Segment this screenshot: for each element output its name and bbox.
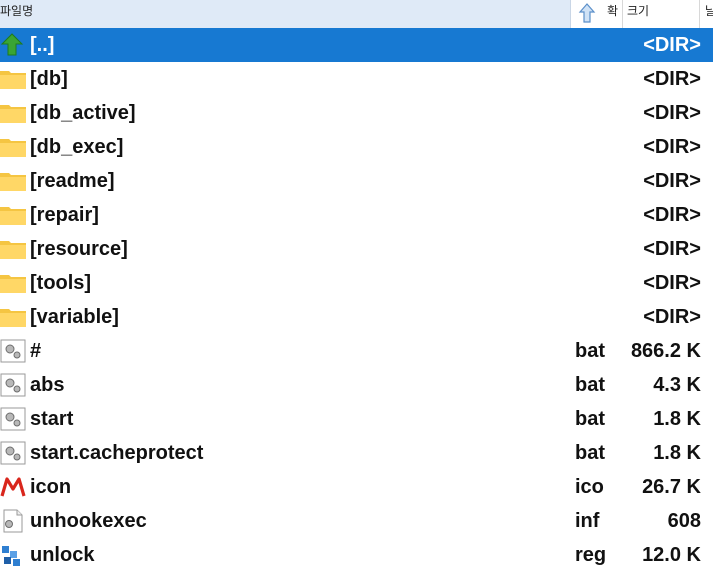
column-header-name-label: 파일명	[0, 4, 34, 18]
file-name: [variable]	[30, 306, 119, 328]
folder-row-readme[interactable]: [readme] <DIR>	[0, 164, 713, 198]
file-size: 26.7 K	[642, 476, 701, 498]
folder-icon	[0, 67, 26, 91]
file-ext: bat	[575, 374, 605, 396]
column-header-ext-label: 확	[607, 4, 619, 18]
folder-icon	[0, 271, 26, 295]
file-name: [repair]	[30, 204, 99, 226]
file-name: [db_exec]	[30, 136, 124, 158]
folder-icon	[0, 203, 26, 227]
file-row-abs-bat[interactable]: abs bat 4.3 K	[0, 368, 713, 402]
file-size: 1.8 K	[653, 442, 701, 464]
file-ext: ico	[575, 476, 604, 498]
file-ext: reg	[575, 544, 607, 566]
file-name: unlock	[30, 544, 95, 566]
file-ext: bat	[575, 442, 605, 464]
file-ext: bat	[575, 340, 605, 362]
ico-file-icon	[0, 475, 26, 499]
file-row-unhookexec-inf[interactable]: unhookexec inf 608	[0, 504, 713, 538]
folder-row-db-active[interactable]: [db_active] <DIR>	[0, 96, 713, 130]
file-size: <DIR>	[643, 34, 701, 56]
batch-gear-icon	[0, 373, 26, 397]
inf-file-icon	[0, 509, 26, 533]
file-name: #	[30, 340, 42, 362]
column-header-date[interactable]: 날	[700, 0, 713, 28]
batch-gear-icon	[0, 407, 26, 431]
column-header-size-label: 크기	[627, 4, 650, 18]
folder-icon	[0, 237, 26, 261]
file-size: 866.2 K	[630, 340, 701, 362]
file-size: <DIR>	[643, 102, 701, 124]
sort-ascending-icon	[577, 2, 597, 28]
file-row-icon-ico[interactable]: icon ico 26.7 K	[0, 470, 713, 504]
folder-icon	[0, 135, 26, 159]
file-name: [resource]	[30, 238, 128, 260]
file-name: [readme]	[30, 170, 115, 192]
file-name: abs	[30, 374, 65, 396]
column-header-name[interactable]: 파일명	[0, 0, 571, 28]
folder-row-db-exec[interactable]: [db_exec] <DIR>	[0, 130, 713, 164]
file-ext: bat	[575, 408, 605, 430]
folder-icon	[0, 101, 26, 125]
file-name: [db_active]	[30, 102, 136, 124]
file-row-start-bat[interactable]: start bat 1.8 K	[0, 402, 713, 436]
file-size: <DIR>	[643, 68, 701, 90]
file-name: unhookexec	[30, 510, 147, 532]
file-row-unlock-reg[interactable]: unlock reg 12.0 K	[0, 538, 713, 572]
registry-file-icon	[0, 543, 26, 567]
file-size: <DIR>	[643, 204, 701, 226]
file-name: [db]	[30, 68, 68, 90]
file-name: [..]	[30, 34, 55, 56]
file-size: <DIR>	[643, 136, 701, 158]
folder-row-resource[interactable]: [resource] <DIR>	[0, 232, 713, 266]
file-row-start-cacheprotect-bat[interactable]: start.cacheprotect bat 1.8 K	[0, 436, 713, 470]
column-header-size[interactable]: 크기	[623, 0, 700, 28]
file-size: <DIR>	[643, 306, 701, 328]
folder-icon	[0, 169, 26, 193]
folder-row-tools[interactable]: [tools] <DIR>	[0, 266, 713, 300]
file-name: start.cacheprotect	[30, 442, 204, 464]
up-arrow-icon	[0, 33, 26, 57]
column-header: 파일명 확 크기 날	[0, 0, 713, 29]
file-size: 1.8 K	[653, 408, 701, 430]
column-header-ext[interactable]: 확	[571, 0, 623, 28]
file-size: 4.3 K	[653, 374, 701, 396]
file-ext: inf	[575, 510, 600, 532]
file-name: start	[30, 408, 74, 430]
folder-icon	[0, 305, 26, 329]
file-size: <DIR>	[643, 238, 701, 260]
folder-row-db[interactable]: [db] <DIR>	[0, 62, 713, 96]
file-row-hash-bat[interactable]: # bat 866.2 K	[0, 334, 713, 368]
folder-row-repair[interactable]: [repair] <DIR>	[0, 198, 713, 232]
file-name: icon	[30, 476, 72, 498]
column-header-date-label: 날	[705, 4, 713, 18]
folder-row-variable[interactable]: [variable] <DIR>	[0, 300, 713, 334]
file-size: 12.0 K	[642, 544, 701, 566]
file-size: <DIR>	[643, 272, 701, 294]
file-row-parent-dir[interactable]: [..] <DIR>	[0, 28, 713, 62]
batch-gear-icon	[0, 339, 26, 363]
batch-gear-icon	[0, 441, 26, 465]
file-size: <DIR>	[643, 170, 701, 192]
file-size: 608	[667, 510, 701, 532]
file-name: [tools]	[30, 272, 92, 294]
